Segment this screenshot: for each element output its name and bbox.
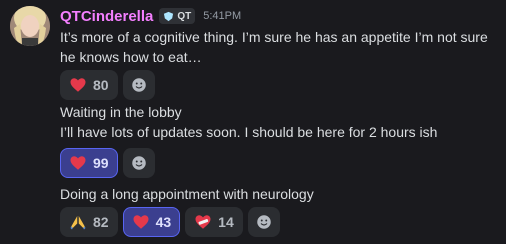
message-header: QTCinderella QT 5:41PM — [60, 5, 241, 27]
add-reaction-button[interactable] — [247, 207, 280, 237]
server-tag-label: QT — [177, 10, 192, 22]
heart-icon — [132, 213, 150, 231]
reaction-bar: 99 — [60, 148, 155, 178]
message-text: Doing a long appointment with neurology — [60, 186, 314, 202]
reaction-count: 43 — [155, 214, 172, 230]
heart-icon — [69, 76, 87, 94]
reaction-mending-heart[interactable]: 14 — [185, 207, 243, 237]
add-reaction-button[interactable] — [122, 70, 155, 100]
heart-icon — [69, 154, 87, 172]
reaction-heart[interactable]: 43 — [122, 207, 181, 237]
reaction-count: 99 — [93, 155, 109, 171]
add-reaction-icon — [256, 215, 271, 229]
message-text: It’s more of a cognitive thing. I’m sure… — [60, 29, 488, 65]
reaction-heart[interactable]: 80 — [60, 70, 118, 100]
reaction-bar: 80 — [60, 70, 155, 100]
reaction-heart[interactable]: 99 — [60, 148, 118, 178]
add-reaction-button[interactable] — [122, 148, 155, 178]
mending-heart-icon — [194, 213, 212, 231]
timestamp: 5:41PM — [203, 10, 242, 22]
username[interactable]: QTCinderella — [60, 8, 153, 25]
add-reaction-icon — [131, 78, 146, 92]
folded-hands-icon — [69, 213, 87, 231]
message-text: I’ll have lots of updates soon. I should… — [60, 124, 438, 140]
reaction-count: 80 — [93, 77, 109, 93]
reaction-bar: 82 43 14 — [60, 207, 280, 237]
reaction-folded-hands[interactable]: 82 — [60, 207, 118, 237]
server-tag[interactable]: QT — [159, 8, 196, 24]
message-text: Waiting in the lobby — [60, 104, 182, 120]
avatar[interactable] — [10, 6, 50, 46]
add-reaction-icon — [131, 156, 146, 170]
reaction-count: 82 — [93, 214, 109, 230]
reaction-count: 14 — [218, 214, 234, 230]
chat-panel: QTCinderella QT 5:41PM It’s more of a co… — [0, 0, 506, 244]
shield-icon — [164, 11, 174, 21]
